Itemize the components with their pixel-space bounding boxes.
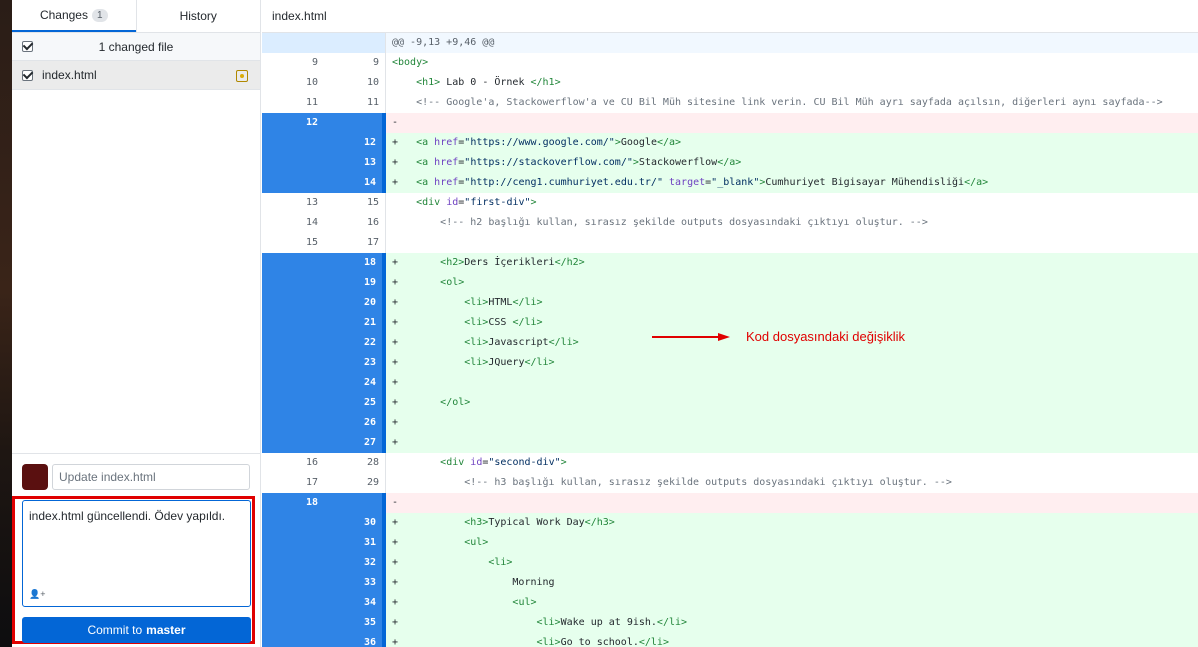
diff-line-added[interactable]: 30 + <h3>Typical Work Day</h3> bbox=[262, 513, 1198, 533]
diff-line: 11 11 <!-- Google'a, Stackowerflow'a ve C… bbox=[262, 93, 1198, 113]
commit-description-text: index.html güncellendi. Ödev yapıldı. bbox=[29, 509, 226, 523]
diff-panel: index.html @@ -9,13 +9,46 @@ 9 9 <body> 10… bbox=[262, 0, 1198, 647]
add-coauthor-icon[interactable]: 👤+ bbox=[29, 589, 45, 600]
tab-changes[interactable]: Changes 1 bbox=[12, 0, 136, 32]
changed-files-count: 1 changed file bbox=[98, 39, 174, 54]
diff-line-added[interactable]: 13 + <a href="https://stackoverflow.com/"… bbox=[262, 153, 1198, 173]
diff-line-added[interactable]: 20 + <li>HTML</li> bbox=[262, 293, 1198, 313]
diff-line-added[interactable]: 31 + <ul> bbox=[262, 533, 1198, 553]
diff-line-removed[interactable]: 18- bbox=[262, 493, 1198, 513]
select-all-checkbox[interactable] bbox=[22, 41, 33, 52]
diff-body: @@ -9,13 +9,46 @@ 9 9 <body> 10 10 <h1> Lab… bbox=[262, 33, 1198, 647]
commit-area: index.html güncellendi. Ödev yapıldı. 👤+… bbox=[12, 453, 260, 647]
diff-line: 15 17 bbox=[262, 233, 1198, 253]
diff-line-added[interactable]: 26 + bbox=[262, 413, 1198, 433]
tab-bar: Changes 1 History bbox=[12, 0, 260, 33]
commit-branch-name: master bbox=[146, 623, 186, 637]
diff-line-added[interactable]: 14 + <a href="http://ceng1.cumhuriyet.edu… bbox=[262, 173, 1198, 193]
diff-line-added[interactable]: 36 + <li>Go to school.</li> bbox=[262, 633, 1198, 647]
hunk-header-text: @@ -9,13 +9,46 @@ bbox=[392, 37, 495, 48]
changes-count-badge: 1 bbox=[91, 8, 108, 22]
diff-line-added[interactable]: 19 + <ol> bbox=[262, 273, 1198, 293]
file-include-checkbox[interactable] bbox=[22, 70, 33, 81]
desktop-background bbox=[0, 0, 12, 647]
tab-history[interactable]: History bbox=[135, 0, 261, 32]
diff-line-added[interactable]: 34 + <ul> bbox=[262, 593, 1198, 613]
diff-line: 10 10 <h1> Lab 0 - Örnek </h1> bbox=[262, 73, 1198, 93]
diff-file-header: index.html bbox=[262, 0, 1198, 33]
commit-summary-input[interactable] bbox=[52, 464, 250, 490]
modified-icon bbox=[236, 70, 248, 82]
file-list-item[interactable]: index.html bbox=[12, 61, 260, 90]
arrow-right-icon bbox=[652, 332, 730, 341]
diff-line: 13 15 <div id="first-div"> bbox=[262, 193, 1198, 213]
diff-line: 16 28 <div id="second-div"> bbox=[262, 453, 1198, 473]
commit-description-input[interactable]: index.html güncellendi. Ödev yapıldı. 👤+ bbox=[22, 500, 251, 607]
diff-line-removed[interactable]: 12- bbox=[262, 113, 1198, 133]
diff-line-added[interactable]: 23 + <li>JQuery</li> bbox=[262, 353, 1198, 373]
select-all-row: 1 changed file bbox=[12, 33, 260, 61]
diff-line-added[interactable]: 12 + <a href="https://www.google.com/">Go… bbox=[262, 133, 1198, 153]
diff-line: 9 9 <body> bbox=[262, 53, 1198, 73]
diff-line-added[interactable]: 32 + <li> bbox=[262, 553, 1198, 573]
diff-line-added[interactable]: 35 + <li>Wake up at 9ish.</li> bbox=[262, 613, 1198, 633]
diff-hunk-header: @@ -9,13 +9,46 @@ bbox=[262, 33, 1198, 53]
tab-history-label: History bbox=[179, 9, 217, 23]
annotation-text: Kod dosyasındaki değişiklik bbox=[746, 329, 905, 344]
commit-button-prefix: Commit to bbox=[87, 623, 143, 637]
file-name: index.html bbox=[42, 68, 97, 82]
avatar bbox=[22, 464, 48, 490]
tab-changes-label: Changes bbox=[39, 8, 88, 22]
commit-button[interactable]: Commit to master bbox=[22, 617, 251, 643]
diff-line-added[interactable]: 25 + </ol> bbox=[262, 393, 1198, 413]
diff-file-name: index.html bbox=[272, 9, 327, 23]
diff-line-added[interactable]: 33 + Morning bbox=[262, 573, 1198, 593]
diff-line: 14 16 <!-- h2 başlığı kullan, sırasız şek… bbox=[262, 213, 1198, 233]
annotation: Kod dosyasındaki değişiklik bbox=[652, 329, 905, 344]
diff-line-added[interactable]: 27 + bbox=[262, 433, 1198, 453]
diff-line-added[interactable]: 18 + <h2>Ders İçerikleri</h2> bbox=[262, 253, 1198, 273]
diff-line: 17 29 <!-- h3 başlığı kullan, sırasız şek… bbox=[262, 473, 1198, 493]
sidebar: Changes 1 History 1 changed file index.h… bbox=[12, 0, 261, 647]
diff-line-added[interactable]: 24 + bbox=[262, 373, 1198, 393]
